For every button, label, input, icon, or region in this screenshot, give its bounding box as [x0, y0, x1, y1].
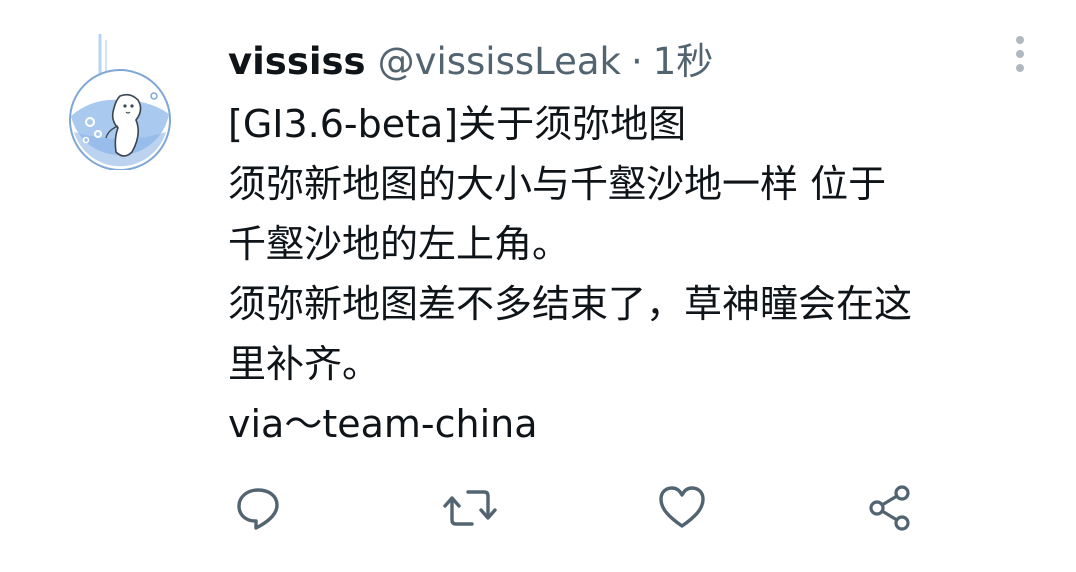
like-button[interactable] [654, 480, 710, 536]
avatar[interactable] [62, 34, 180, 171]
share-button[interactable] [862, 480, 918, 536]
tweet-text: [GI3.6-beta]关于须弥地图 须弥新地图的大小与千壑沙地一样 位于 千壑… [228, 94, 1028, 454]
tweet-content: vississ @vississLeak · 1秒 [GI3.6-beta]关于… [228, 38, 1028, 454]
tweet[interactable]: vississ @vississLeak · 1秒 [GI3.6-beta]关于… [0, 0, 1076, 572]
user-handle[interactable]: @vississLeak [378, 38, 621, 86]
retweet-button[interactable] [442, 480, 498, 536]
more-button[interactable] [1006, 34, 1034, 78]
tweet-header: vississ @vississLeak · 1秒 [228, 38, 1028, 88]
reply-icon [237, 488, 279, 530]
tweet-text-line: 须弥新地图差不多结束了，草神瞳会在这 [228, 282, 913, 326]
more-vertical-icon [1016, 36, 1024, 72]
tweet-text-line: 里补齐。 [228, 342, 381, 386]
tweet-text-line: 须弥新地图的大小与千壑沙地一样 位于 [228, 162, 887, 206]
separator-dot: · [630, 40, 643, 83]
tweet-text-line: 千壑沙地的左上角。 [228, 222, 571, 266]
retweet-icon [443, 490, 497, 526]
action-bar [0, 480, 1076, 550]
timestamp[interactable]: 1秒 [653, 38, 714, 86]
reply-button[interactable] [230, 480, 286, 536]
tweet-text-line: [GI3.6-beta]关于须弥地图 [228, 102, 687, 146]
display-name[interactable]: vississ [228, 38, 366, 86]
heart-icon [659, 486, 705, 528]
tweet-text-line: via～team-china [228, 402, 538, 446]
avatar-image [69, 34, 171, 171]
share-icon [869, 485, 910, 531]
